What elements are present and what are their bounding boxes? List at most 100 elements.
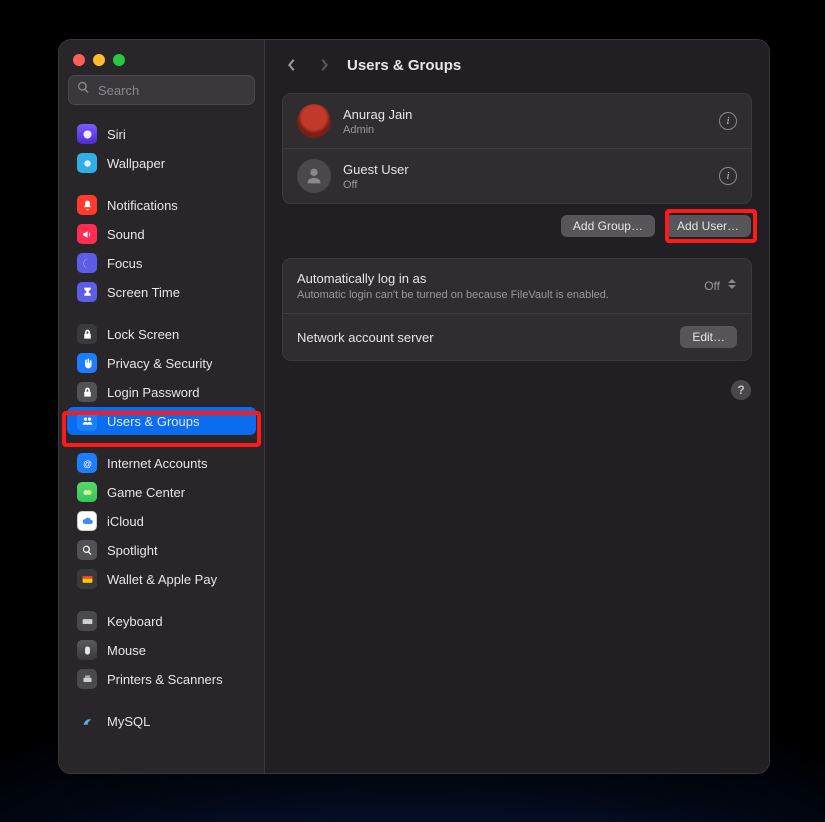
setting-title: Network account server <box>297 330 670 345</box>
sidebar-item-label: MySQL <box>107 714 150 729</box>
sidebar-item-label: Keyboard <box>107 614 163 629</box>
bell-icon <box>77 195 97 215</box>
setting-title: Automatically log in as <box>297 271 694 286</box>
auto-login-row[interactable]: Automatically log in as Automatic login … <box>283 259 751 313</box>
user-name: Anurag Jain <box>343 107 707 122</box>
sidebar-item-label: iCloud <box>107 514 144 529</box>
wallet-icon <box>77 569 97 589</box>
siri-icon <box>77 124 97 144</box>
magnifier-icon <box>77 540 97 560</box>
sidebar-item-label: Login Password <box>107 385 200 400</box>
network-account-server-row: Network account server Edit… <box>283 313 751 360</box>
user-role: Off <box>343 179 707 191</box>
add-group-button[interactable]: Add Group… <box>561 215 655 237</box>
sidebar-item-label: Mouse <box>107 643 146 658</box>
sidebar-item-sound[interactable]: Sound <box>67 220 256 248</box>
sidebar-item-icloud[interactable]: iCloud <box>67 507 256 535</box>
info-icon[interactable]: i <box>719 167 737 185</box>
help-row: ? <box>283 380 751 400</box>
info-icon[interactable]: i <box>719 112 737 130</box>
nav-forward-button[interactable] <box>315 56 333 74</box>
auto-login-value: Off <box>704 279 720 293</box>
help-button[interactable]: ? <box>731 380 751 400</box>
users-icon <box>77 411 97 431</box>
key-lock-icon <box>77 382 97 402</box>
sidebar-item-label: Spotlight <box>107 543 158 558</box>
sidebar-item-label: Printers & Scanners <box>107 672 223 687</box>
search-icon <box>77 81 90 99</box>
sidebar-item-label: Privacy & Security <box>107 356 212 371</box>
sidebar-item-mysql[interactable]: MySQL <box>67 707 256 735</box>
sidebar-item-label: Internet Accounts <box>107 456 207 471</box>
user-row[interactable]: Guest User Off i <box>283 148 751 203</box>
sidebar-item-wallet-apple-pay[interactable]: Wallet & Apple Pay <box>67 565 256 593</box>
sidebar-item-label: Game Center <box>107 485 185 500</box>
minimize-window-button[interactable] <box>93 54 105 66</box>
speaker-icon <box>77 224 97 244</box>
svg-text:@: @ <box>82 458 91 468</box>
edit-network-server-button[interactable]: Edit… <box>680 326 737 348</box>
avatar <box>297 104 331 138</box>
content-area: Anurag Jain Admin i Guest User Off <box>265 90 769 773</box>
sidebar-item-label: Wallet & Apple Pay <box>107 572 217 587</box>
sidebar-item-screen-time[interactable]: Screen Time <box>67 278 256 306</box>
sidebar-item-label: Screen Time <box>107 285 180 300</box>
sidebar-item-internet-accounts[interactable]: @ Internet Accounts <box>67 449 256 477</box>
window-traffic-lights <box>59 40 264 76</box>
main-pane: Users & Groups Anurag Jain Admin i <box>265 40 769 773</box>
game-center-icon <box>77 482 97 502</box>
nav-back-button[interactable] <box>283 56 301 74</box>
hourglass-icon <box>77 282 97 302</box>
user-name: Guest User <box>343 162 707 177</box>
sidebar-item-keyboard[interactable]: Keyboard <box>67 607 256 635</box>
sidebar-item-label: Notifications <box>107 198 178 213</box>
search-field[interactable] <box>69 76 254 104</box>
close-window-button[interactable] <box>73 54 85 66</box>
sidebar-item-notifications[interactable]: Notifications <box>67 191 256 219</box>
sidebar-item-spotlight[interactable]: Spotlight <box>67 536 256 564</box>
at-icon: @ <box>77 453 97 473</box>
updown-chevron-icon <box>726 279 737 293</box>
sidebar-item-label: Sound <box>107 227 145 242</box>
maximize-window-button[interactable] <box>113 54 125 66</box>
moon-icon <box>77 253 97 273</box>
mysql-icon <box>77 711 97 731</box>
sidebar-item-lock-screen[interactable]: Lock Screen <box>67 320 256 348</box>
sidebar-item-label: Focus <box>107 256 142 271</box>
user-role: Admin <box>343 124 707 136</box>
user-actions-row: Add Group… Add User… <box>283 215 751 237</box>
sidebar-item-label: Lock Screen <box>107 327 179 342</box>
users-list: Anurag Jain Admin i Guest User Off <box>283 94 751 203</box>
sidebar-item-focus[interactable]: Focus <box>67 249 256 277</box>
sidebar-item-label: Siri <box>107 127 126 142</box>
sidebar-scroll[interactable]: Siri Wallpaper Notifications Sou <box>59 114 264 773</box>
search-input[interactable] <box>96 82 276 99</box>
toolbar: Users & Groups <box>265 40 769 90</box>
user-row[interactable]: Anurag Jain Admin i <box>283 94 751 148</box>
login-settings: Automatically log in as Automatic login … <box>283 259 751 360</box>
page-title: Users & Groups <box>347 57 461 74</box>
hand-icon <box>77 353 97 373</box>
lock-icon <box>77 324 97 344</box>
wallpaper-icon <box>77 153 97 173</box>
sidebar-item-siri[interactable]: Siri <box>67 120 256 148</box>
setting-subtitle: Automatic login can't be turned on becau… <box>297 289 694 301</box>
auto-login-popup[interactable]: Off <box>704 279 737 293</box>
sidebar-item-printers-scanners[interactable]: Printers & Scanners <box>67 665 256 693</box>
sidebar-item-label: Wallpaper <box>107 156 165 171</box>
sidebar-item-game-center[interactable]: Game Center <box>67 478 256 506</box>
sidebar-item-wallpaper[interactable]: Wallpaper <box>67 149 256 177</box>
sidebar-item-login-password[interactable]: Login Password <box>67 378 256 406</box>
sidebar-item-users-groups[interactable]: Users & Groups <box>67 407 256 435</box>
avatar <box>297 159 331 193</box>
system-settings-window: Siri Wallpaper Notifications Sou <box>59 40 769 773</box>
keyboard-icon <box>77 611 97 631</box>
sidebar-item-mouse[interactable]: Mouse <box>67 636 256 664</box>
add-user-button[interactable]: Add User… <box>665 215 751 237</box>
cloud-icon <box>77 511 97 531</box>
mouse-icon <box>77 640 97 660</box>
sidebar-item-privacy-security[interactable]: Privacy & Security <box>67 349 256 377</box>
sidebar: Siri Wallpaper Notifications Sou <box>59 40 265 773</box>
sidebar-item-label: Users & Groups <box>107 414 199 429</box>
printer-icon <box>77 669 97 689</box>
